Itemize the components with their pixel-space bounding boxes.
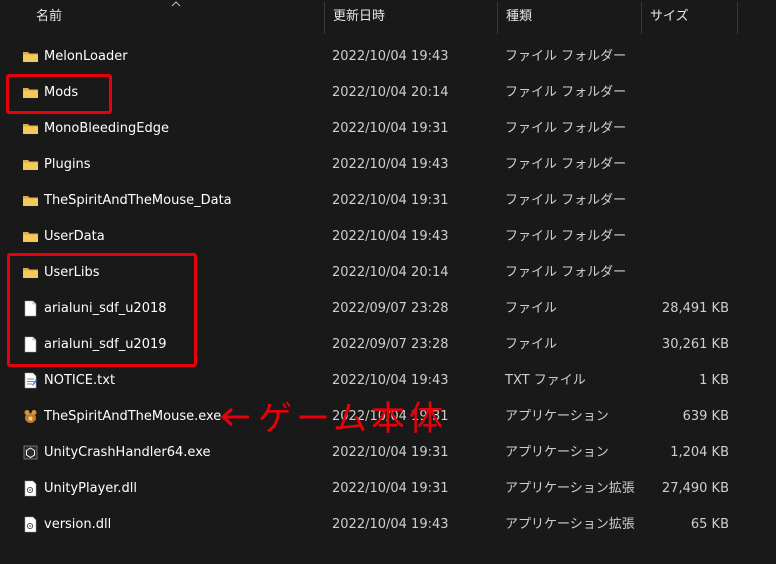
file-row[interactable]: UnityPlayer.dll 2022/10/04 19:31 アプリケーション拡… (0, 471, 776, 507)
file-row[interactable]: NOTICE.txt 2022/10/04 19:43 TXT ファイル 1 KB (0, 363, 776, 399)
file-modified-date: 2022/10/04 19:43 (332, 373, 449, 388)
file-size: 639 KB (682, 409, 729, 424)
file-name: UnityPlayer.dll (44, 481, 138, 496)
file-modified-date: 2022/10/04 19:43 (332, 517, 449, 532)
file-row[interactable]: TheSpiritAndTheMouse_Data 2022/10/04 19:3… (0, 183, 776, 219)
file-type: アプリケーション (505, 409, 609, 424)
file-name: TheSpiritAndTheMouse_Data (44, 193, 232, 208)
file-row[interactable]: MonoBleedingEdge 2022/10/04 19:31 ファイル フォル… (0, 111, 776, 147)
file-modified-date: 2022/09/07 23:28 (332, 301, 449, 316)
file-modified-date: 2022/10/04 20:14 (332, 85, 449, 100)
text-file-icon (22, 372, 39, 389)
file-size (620, 219, 729, 255)
sort-ascending-icon (171, 1, 181, 7)
file-row[interactable]: MelonLoader 2022/10/04 19:43 ファイル フォルダー (0, 39, 776, 75)
file-name: MonoBleedingEdge (44, 121, 169, 136)
file-name: UserData (44, 229, 105, 244)
file-type: アプリケーション (505, 445, 609, 460)
column-divider[interactable] (497, 2, 498, 34)
file-size (620, 111, 729, 147)
file-type: ファイル フォルダー (505, 157, 627, 172)
file-size: 27,490 KB (661, 481, 729, 496)
file-row[interactable]: Plugins 2022/10/04 19:43 ファイル フォルダー (0, 147, 776, 183)
unity-exe-icon (22, 444, 39, 461)
file-type: アプリケーション拡張 (505, 481, 635, 496)
file-name: NOTICE.txt (44, 373, 116, 388)
dll-file-icon (22, 516, 39, 533)
folder-icon (22, 48, 39, 65)
file-modified-date: 2022/10/04 19:43 (332, 49, 449, 64)
column-divider[interactable] (737, 2, 738, 34)
file-size (620, 183, 729, 219)
file-modified-date: 2022/09/07 23:28 (332, 337, 449, 352)
file-size: 1,204 KB (670, 445, 729, 460)
column-header-type[interactable]: 種類 (506, 0, 532, 34)
file-type: ファイル フォルダー (505, 49, 627, 64)
file-size: 30,261 KB (661, 337, 729, 352)
file-name: version.dll (44, 517, 112, 532)
file-size (620, 75, 729, 111)
file-row[interactable]: Mods 2022/10/04 20:14 ファイル フォルダー (0, 75, 776, 111)
file-modified-date: 2022/10/04 19:31 (332, 121, 449, 136)
folder-icon (22, 192, 39, 209)
folder-icon (22, 120, 39, 137)
annotation-arrow-icon (220, 407, 249, 427)
file-row[interactable]: UserData 2022/10/04 19:43 ファイル フォルダー (0, 219, 776, 255)
file-type: ファイル (505, 301, 558, 316)
file-name: Plugins (44, 157, 91, 172)
file-type: ファイル フォルダー (505, 229, 627, 244)
file-type: アプリケーション拡張 (505, 517, 635, 532)
file-type: ファイル フォルダー (505, 121, 627, 136)
file-size (620, 255, 729, 291)
file-row[interactable]: version.dll 2022/10/04 19:43 アプリケーション拡張 65 … (0, 507, 776, 543)
file-type: TXT ファイル (505, 373, 586, 388)
highlight-box-mods (6, 74, 112, 114)
highlight-box-userlibs-fonts (7, 253, 197, 367)
folder-icon (22, 156, 39, 173)
file-type: ファイル フォルダー (505, 265, 627, 280)
file-name: UnityCrashHandler64.exe (44, 445, 211, 460)
annotation-label: ゲーム本体 (258, 399, 447, 439)
file-modified-date: 2022/10/04 19:43 (332, 229, 449, 244)
game-exe-icon (22, 408, 39, 425)
column-divider[interactable] (324, 2, 325, 34)
file-size (620, 147, 729, 183)
file-size: 28,491 KB (661, 301, 729, 316)
column-header-size[interactable]: サイズ (650, 0, 689, 34)
file-size (620, 39, 729, 75)
file-name: TheSpiritAndTheMouse.exe (44, 409, 222, 424)
column-header-bar: 名前 更新日時 種類 サイズ (0, 0, 776, 34)
column-header-name[interactable]: 名前 (36, 0, 62, 34)
file-modified-date: 2022/10/04 20:14 (332, 265, 449, 280)
file-type: ファイル (505, 337, 558, 352)
file-name: MelonLoader (44, 49, 128, 64)
file-type: ファイル フォルダー (505, 85, 627, 100)
file-size: 1 KB (699, 373, 729, 388)
file-modified-date: 2022/10/04 19:31 (332, 193, 449, 208)
folder-icon (22, 228, 39, 245)
column-divider[interactable] (641, 2, 642, 34)
file-type: ファイル フォルダー (505, 193, 627, 208)
column-header-date[interactable]: 更新日時 (333, 0, 385, 34)
file-modified-date: 2022/10/04 19:31 (332, 481, 449, 496)
file-size: 65 KB (690, 517, 729, 532)
file-modified-date: 2022/10/04 19:43 (332, 157, 449, 172)
dll-file-icon (22, 480, 39, 497)
